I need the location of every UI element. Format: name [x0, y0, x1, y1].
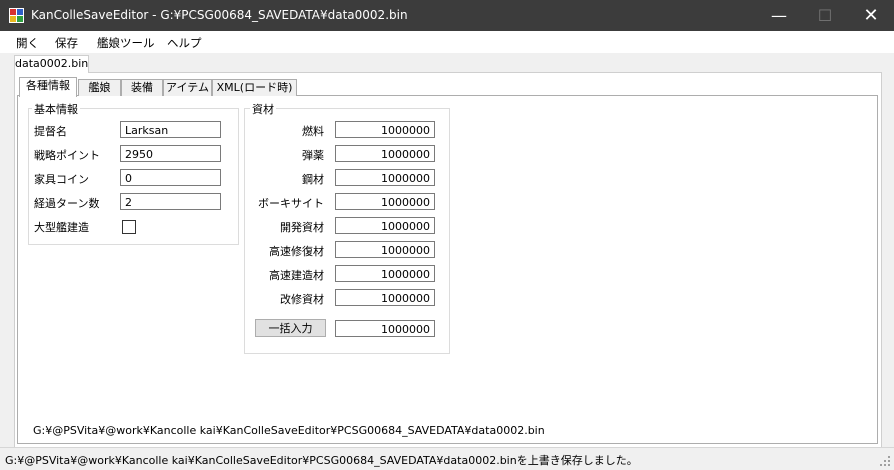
maximize-button[interactable]: ☐	[802, 0, 848, 31]
strategy-points-field[interactable]: 2950	[120, 145, 221, 162]
large-build-checkbox[interactable]	[122, 220, 136, 234]
improvement-material-field[interactable]: 1000000	[335, 289, 435, 306]
elapsed-turns-field[interactable]: 2	[120, 193, 221, 210]
ammo-label: 弾薬	[302, 149, 324, 162]
dev-material-field[interactable]: 1000000	[335, 217, 435, 234]
elapsed-turns-label: 経過ターン数	[34, 197, 100, 210]
close-button[interactable]: ✕	[848, 0, 894, 31]
app-icon	[9, 8, 24, 23]
tab-general-info[interactable]: 各種情報	[19, 77, 77, 97]
bulk-input-field[interactable]: 1000000	[335, 320, 435, 337]
menu-help[interactable]: ヘルプ	[167, 35, 202, 51]
file-tab[interactable]: data0002.bin	[14, 55, 89, 73]
resources-title: 資材	[250, 101, 276, 117]
basic-info-title: 基本情報	[32, 101, 80, 117]
status-text: G:¥@PSVita¥@work¥Kancolle kai¥KanColleSa…	[5, 454, 638, 467]
bauxite-field[interactable]: 1000000	[335, 193, 435, 210]
fuel-label: 燃料	[302, 125, 324, 138]
bulk-input-button[interactable]: 一括入力	[255, 319, 326, 337]
admiral-name-field[interactable]: Larksan	[120, 121, 221, 138]
menu-save[interactable]: 保存	[55, 35, 78, 51]
instant-repair-label: 高速修復材	[269, 245, 324, 258]
window-title: KanColleSaveEditor - G:¥PCSG00684_SAVEDA…	[31, 8, 408, 22]
tab-equipment[interactable]: 装備	[121, 79, 163, 96]
fuel-field[interactable]: 1000000	[335, 121, 435, 138]
tab-xml[interactable]: XML(ロード時)	[212, 79, 297, 96]
improvement-material-label: 改修資材	[280, 293, 324, 306]
strategy-points-label: 戦略ポイント	[34, 149, 100, 162]
large-build-label: 大型艦建造	[34, 221, 89, 234]
tab-items[interactable]: アイテム	[163, 79, 212, 96]
tab-shipgirls[interactable]: 艦娘	[78, 79, 121, 96]
dev-material-label: 開発資材	[280, 221, 324, 234]
instant-build-label: 高速建造材	[269, 269, 324, 282]
steel-field[interactable]: 1000000	[335, 169, 435, 186]
furniture-coins-label: 家具コイン	[34, 173, 89, 186]
menu-shipgirl-tools[interactable]: 艦娘ツール	[97, 35, 155, 51]
instant-build-field[interactable]: 1000000	[335, 265, 435, 282]
minimize-button[interactable]: —	[756, 0, 802, 31]
furniture-coins-field[interactable]: 0	[120, 169, 221, 186]
resize-grip-icon[interactable]	[879, 455, 891, 467]
admiral-name-label: 提督名	[34, 125, 67, 138]
bauxite-label: ボーキサイト	[258, 197, 324, 210]
ammo-field[interactable]: 1000000	[335, 145, 435, 162]
file-path-label: G:¥@PSVita¥@work¥Kancolle kai¥KanColleSa…	[33, 424, 545, 437]
steel-label: 鋼材	[302, 173, 324, 186]
instant-repair-field[interactable]: 1000000	[335, 241, 435, 258]
menu-open[interactable]: 開く	[16, 35, 39, 51]
